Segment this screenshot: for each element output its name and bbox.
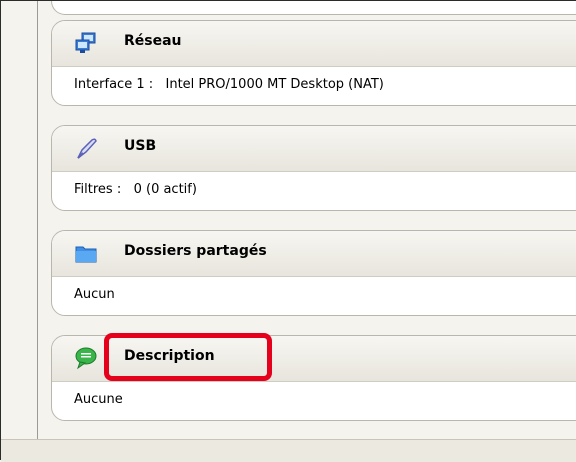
panel-divider	[37, 1, 38, 439]
section-title-usb: USB	[124, 138, 157, 154]
folder-icon	[75, 246, 97, 263]
section-body-description: Aucune	[52, 382, 576, 420]
section-body-shared-folders: Aucun	[52, 277, 576, 315]
details-panel: Réseau Interface 1 : Intel PRO/1000 MT D…	[0, 0, 576, 462]
speech-bubble-icon	[75, 347, 97, 370]
bottom-bar	[1, 439, 576, 462]
network-interface-line: Interface 1 : Intel PRO/1000 MT Desktop …	[74, 77, 384, 92]
section-title-network: Réseau	[124, 33, 182, 49]
network-icon	[75, 32, 96, 53]
usb-filters-line: Filtres : 0 (0 actif)	[74, 182, 197, 197]
section-network: Réseau Interface 1 : Intel PRO/1000 MT D…	[51, 20, 576, 106]
section-shared-folders: Dossiers partagés Aucun	[51, 230, 576, 316]
usb-icon	[77, 138, 97, 159]
section-header-usb[interactable]: USB	[52, 126, 576, 172]
section-body-network: Interface 1 : Intel PRO/1000 MT Desktop …	[52, 67, 576, 105]
section-usb: USB Filtres : 0 (0 actif)	[51, 125, 576, 211]
section-body-usb: Filtres : 0 (0 actif)	[52, 172, 576, 210]
section-header-shared-folders[interactable]: Dossiers partagés	[52, 231, 576, 277]
previous-section-edge	[51, 1, 576, 15]
highlight-box	[104, 333, 272, 381]
description-value: Aucune	[74, 392, 123, 407]
section-title-shared-folders: Dossiers partagés	[124, 243, 267, 259]
section-header-network[interactable]: Réseau	[52, 21, 576, 67]
shared-folders-value: Aucun	[74, 287, 115, 302]
